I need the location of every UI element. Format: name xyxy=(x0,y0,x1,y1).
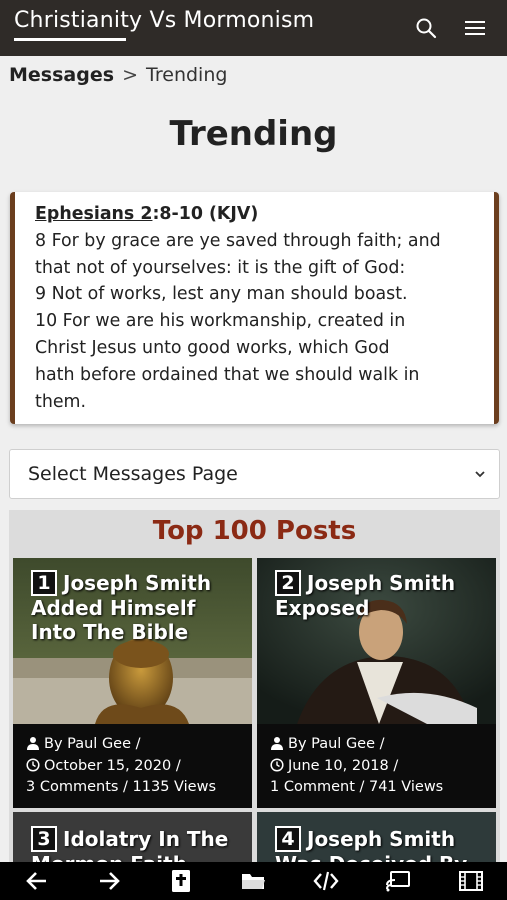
breadcrumb-messages-link[interactable]: Messages xyxy=(9,64,114,86)
post-card[interactable]: 2 Joseph Smith Exposed By Paul Gee / June… xyxy=(257,558,496,808)
verse-line: 10 For we are his workmanship, created i… xyxy=(35,311,406,332)
bottom-navigation-bar xyxy=(0,862,507,900)
verse-line: 8 For by grace are ye saved through fait… xyxy=(35,230,441,251)
top-app-bar: Christianity Vs Mormonism xyxy=(0,0,507,56)
verse-line: Christ Jesus unto good works, which God xyxy=(35,337,390,358)
post-rank-badge: 2 xyxy=(275,570,301,596)
post-rank-badge: 4 xyxy=(275,826,301,852)
user-icon xyxy=(271,737,283,750)
verse-line: 9 Not of works, lest any man should boas… xyxy=(35,284,408,305)
post-rank-badge: 1 xyxy=(31,570,57,596)
breadcrumb-separator: > xyxy=(122,64,138,86)
code-icon[interactable] xyxy=(313,869,339,893)
user-icon xyxy=(27,737,39,750)
arrow-left-icon[interactable] xyxy=(24,869,50,893)
post-author: By Paul Gee / xyxy=(288,736,385,752)
breadcrumb-current: Trending xyxy=(146,64,228,86)
post-card[interactable]: 1 Joseph Smith Added Himself Into The Bib… xyxy=(13,558,252,808)
post-date: June 10, 2018 / xyxy=(288,757,399,774)
site-title[interactable]: Christianity Vs Mormonism xyxy=(14,8,314,33)
search-icon[interactable] xyxy=(414,16,438,40)
select-label: Select Messages Page xyxy=(28,463,238,485)
post-title-text: Joseph Smith Exposed xyxy=(275,571,456,620)
verse-box: Ephesians 2:8-10 (KJV) 8 For by grace ar… xyxy=(10,192,499,424)
site-title-underline xyxy=(14,38,126,41)
folder-icon[interactable] xyxy=(240,869,266,893)
post-author: By Paul Gee / xyxy=(44,736,141,752)
top-posts-panel: Top 100 Posts 1 Joseph Smith Added Himsel… xyxy=(9,510,500,872)
verse-reference-range: :8-10 (KJV) xyxy=(152,204,259,224)
bible-icon[interactable] xyxy=(168,869,194,893)
post-rank-badge: 3 xyxy=(31,826,57,852)
post-meta: By Paul Gee / October 15, 2020 / 3 Comme… xyxy=(26,734,216,799)
messages-page-select[interactable]: Select Messages Page xyxy=(9,449,500,499)
post-title: 1 Joseph Smith Added Himself Into The Bib… xyxy=(31,570,244,644)
chevron-down-icon xyxy=(475,471,485,478)
post-date: October 15, 2020 / xyxy=(44,757,181,774)
post-meta: By Paul Gee / June 10, 2018 / 1 Comment … xyxy=(270,734,443,799)
page-title: Trending xyxy=(169,114,338,154)
hamburger-menu-icon[interactable] xyxy=(463,16,487,40)
post-stats: 1 Comment / 741 Views xyxy=(270,779,444,795)
verse-reference: Ephesians 2:8-10 (KJV) xyxy=(35,201,482,228)
verse-line: hath before ordained that we should walk… xyxy=(35,364,420,385)
verse-line: that not of yourselves: it is the gift o… xyxy=(35,257,406,278)
post-title-text: Joseph Smith Added Himself Into The Bibl… xyxy=(31,571,212,644)
clock-icon xyxy=(270,757,284,772)
clock-icon xyxy=(26,757,40,772)
top-posts-heading: Top 100 Posts xyxy=(152,516,357,546)
breadcrumb: Messages > Trending xyxy=(9,64,227,86)
cast-icon[interactable] xyxy=(385,869,411,893)
arrow-right-icon[interactable] xyxy=(96,869,122,893)
post-stats: 3 Comments / 1135 Views xyxy=(26,779,217,795)
verse-line: them. xyxy=(35,391,87,412)
verse-reference-link[interactable]: Ephesians 2 xyxy=(35,204,152,224)
film-icon[interactable] xyxy=(458,869,484,893)
post-title: 2 Joseph Smith Exposed xyxy=(275,570,488,620)
